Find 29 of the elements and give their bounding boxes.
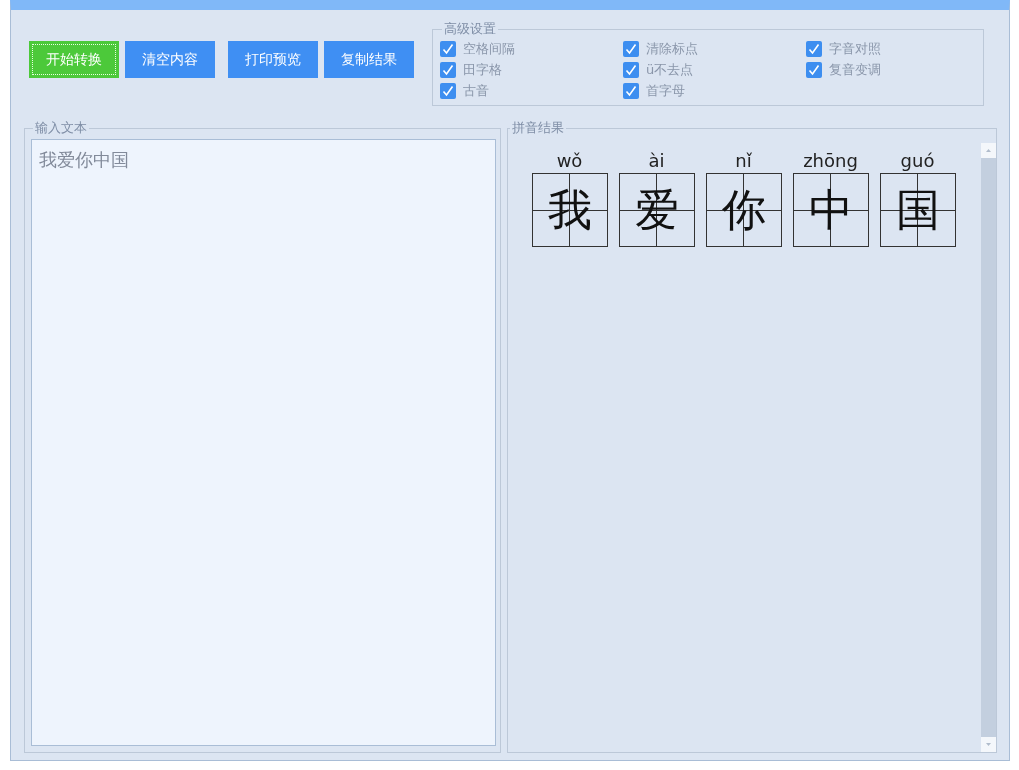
- action-button[interactable]: 开始转换: [29, 41, 119, 78]
- pinyin-text: nǐ: [735, 149, 752, 173]
- pinyin-text: zhōng: [803, 149, 858, 173]
- input-field[interactable]: 我爱你中国: [31, 139, 496, 746]
- checkbox[interactable]: [440, 61, 456, 78]
- checkbox[interactable]: [623, 61, 639, 78]
- checkbox[interactable]: [806, 61, 822, 78]
- checkbox-label[interactable]: 空格间隔: [463, 39, 515, 58]
- checkbox-label[interactable]: 字音对照: [829, 39, 881, 58]
- group-label: 拼音结果: [510, 119, 565, 137]
- checkbox[interactable]: [623, 40, 639, 57]
- action-button[interactable]: 打印预览: [228, 41, 318, 78]
- checkbox-label[interactable]: 清除标点: [646, 39, 698, 58]
- checkbox[interactable]: [440, 40, 456, 57]
- checkbox-label[interactable]: ü不去点: [646, 60, 694, 79]
- action-button[interactable]: 复制结果: [324, 41, 414, 78]
- checkbox-label[interactable]: 复音变调: [829, 60, 881, 79]
- checkbox-label[interactable]: 古音: [463, 81, 489, 100]
- checkbox[interactable]: [806, 40, 822, 57]
- action-button[interactable]: 清空内容: [125, 41, 215, 78]
- pinyin-text: ài: [648, 149, 665, 173]
- checkbox[interactable]: [440, 82, 456, 99]
- checkbox-label[interactable]: 首字母: [646, 81, 685, 100]
- checkbox-label[interactable]: 田字格: [463, 60, 502, 79]
- pinyin-text: guó: [900, 149, 935, 173]
- checkbox[interactable]: [623, 82, 639, 99]
- group-label: 高级设置: [443, 20, 497, 38]
- group-label: 输入文本: [34, 119, 88, 137]
- pinyin-text: wǒ: [556, 149, 583, 173]
